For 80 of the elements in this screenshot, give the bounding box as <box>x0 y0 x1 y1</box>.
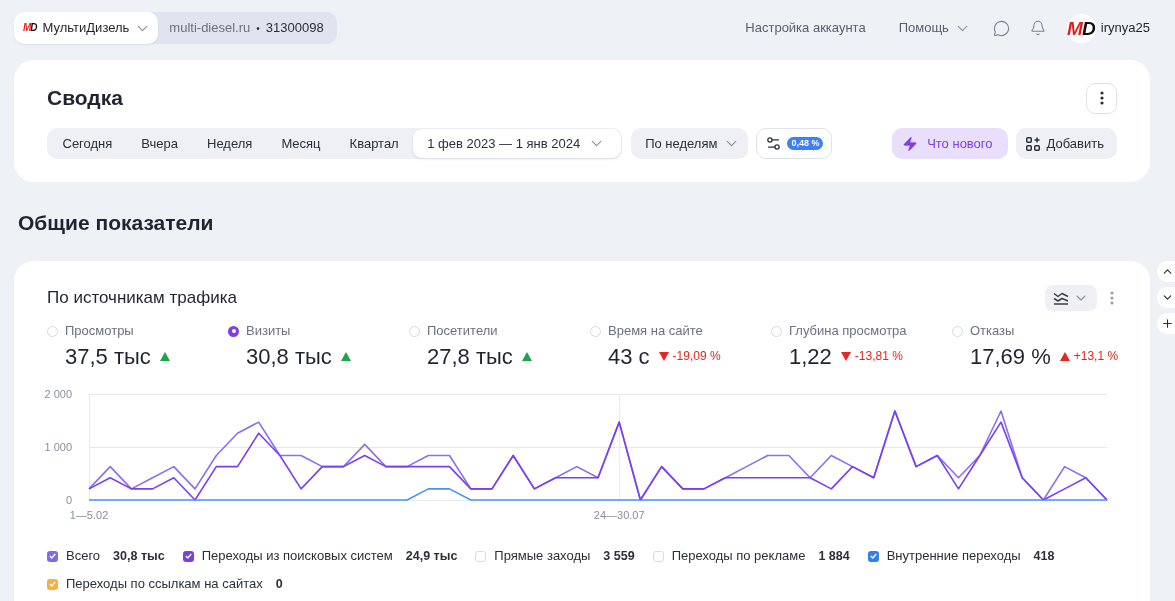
metric-radio[interactable] <box>228 325 239 337</box>
grouping-select[interactable]: По неделям <box>631 128 749 159</box>
whats-new-button[interactable]: Что нового <box>892 128 1008 159</box>
x-axis-label: 24—30.07 <box>593 509 645 521</box>
legend-label: Переходы из поисковых систем <box>201 547 393 566</box>
scroll-up-button[interactable] <box>1157 261 1175 282</box>
period-tab[interactable]: Квартал <box>335 129 414 158</box>
metric-label: Глубина просмотра <box>789 322 907 341</box>
legend-value: 30,8 тыс <box>113 547 165 565</box>
legend-checkbox[interactable] <box>182 550 194 562</box>
period-tab[interactable]: Сегодня <box>48 129 127 158</box>
metric-value: 27,8 тыс <box>427 342 513 371</box>
metric-value: 43 с <box>608 342 650 371</box>
metric-radio[interactable] <box>771 325 782 337</box>
metric-label: Визиты <box>246 322 291 341</box>
legend-label: Внутренние переходы <box>886 547 1021 566</box>
legend-label: Переходы по рекламе <box>671 547 806 566</box>
y-axis-label: 0 <box>65 494 72 506</box>
scroll-down-button[interactable] <box>1157 287 1175 308</box>
counter-id: 31300098 <box>265 19 324 38</box>
y-axis-label: 1 000 <box>44 441 72 453</box>
legend-value: 3 559 <box>603 547 635 565</box>
metric-label: Просмотры <box>65 322 134 341</box>
lightning-icon <box>902 135 919 152</box>
chat-icon[interactable] <box>992 19 1010 37</box>
user-name[interactable]: irynya25 <box>1100 18 1150 38</box>
metric-radio[interactable] <box>952 325 963 337</box>
logo: MD <box>23 23 38 33</box>
metric-value: 30,8 тыс <box>246 342 332 371</box>
legend-value: 24,9 тыс <box>405 547 458 565</box>
legend-checkbox[interactable] <box>475 550 487 562</box>
site-domain: multi-diesel.ru <box>169 19 251 38</box>
legend-label: Переходы по ссылкам на сайтах <box>66 575 263 594</box>
period-tab[interactable]: Месяц <box>266 129 336 158</box>
plus-icon <box>1161 317 1174 330</box>
metric-radio[interactable] <box>590 325 601 337</box>
legend-checkbox[interactable] <box>652 550 664 562</box>
metric-change: +13,1 % <box>1073 348 1119 365</box>
summary-title: Сводка <box>47 85 123 112</box>
period-tab[interactable]: Вчера <box>126 129 193 158</box>
more-options-icon <box>1099 91 1104 105</box>
chart-type-select[interactable] <box>1045 285 1097 311</box>
add-widget-button[interactable]: Добавить <box>1015 128 1117 159</box>
counter-select-button[interactable]: MD МультиДизель <box>14 12 159 44</box>
y-axis-label: 2 000 <box>44 388 72 400</box>
legend-label: Всего <box>66 547 101 566</box>
filter-button[interactable]: 0,48 % <box>756 128 833 159</box>
wave-lines-icon <box>1053 291 1069 305</box>
metric-value: 37,5 тыс <box>65 342 151 371</box>
nav-link[interactable]: Настройка аккаунта <box>745 18 866 38</box>
widgets-plus-icon <box>1025 136 1040 151</box>
legend-value: 418 <box>1033 547 1055 565</box>
legend-value: 0 <box>275 575 283 593</box>
section-title: Общие показатели <box>18 210 214 236</box>
legend-label: Прямые заходы <box>494 547 591 566</box>
more-options-button[interactable] <box>1086 82 1117 114</box>
notification-bell-icon[interactable] <box>1029 20 1046 36</box>
legend-checkbox[interactable] <box>47 550 58 562</box>
help-menu-button[interactable]: Помощь <box>898 18 971 38</box>
metric-radio[interactable] <box>409 325 420 337</box>
legend-checkbox[interactable] <box>867 550 879 562</box>
metric-change: -19,09 % <box>672 348 721 365</box>
separator-dot: • <box>256 21 260 36</box>
legend-checkbox[interactable] <box>47 578 58 590</box>
date-range-select[interactable]: 1 фев 2023 — 1 янв 2024 <box>413 129 622 158</box>
metric-radio[interactable] <box>47 325 58 337</box>
period-tab[interactable]: Неделя <box>192 129 267 158</box>
card-title: По источникам трафика <box>47 287 237 310</box>
filter-badge: 0,48 % <box>787 137 824 150</box>
metric-change: -13,81 % <box>854 348 903 365</box>
metric-label: Отказы <box>970 322 1015 341</box>
metric-value: 1,22 <box>789 342 832 371</box>
add-button[interactable] <box>1157 313 1175 334</box>
x-axis-label: 1—5.02 <box>69 509 109 521</box>
settings-sliders-icon <box>765 135 783 152</box>
more-options-icon[interactable] <box>1110 291 1114 305</box>
metric-label: Время на сайте <box>608 322 703 341</box>
metric-label: Посетители <box>427 322 498 341</box>
legend-value: 1 884 <box>818 547 850 565</box>
metric-value: 17,69 % <box>970 342 1051 371</box>
